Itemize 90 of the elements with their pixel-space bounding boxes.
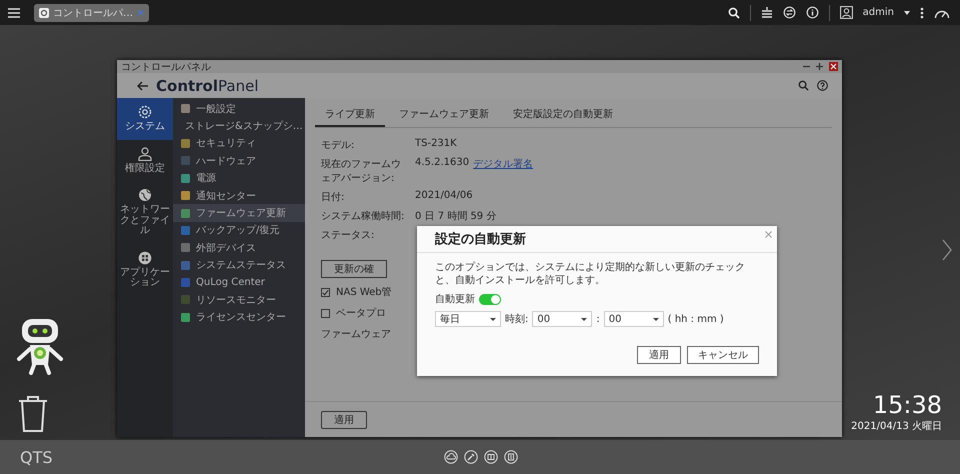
field-label: モデル:: [321, 139, 356, 152]
settings-item-icon: [180, 224, 191, 236]
search-icon[interactable]: [728, 6, 740, 18]
stack-icon[interactable]: [760, 6, 773, 19]
signature-link[interactable]: デジタル署名: [473, 157, 534, 171]
field-value: 4.5.2.1630: [415, 157, 470, 168]
info-icon[interactable]: [806, 6, 819, 19]
maximize-icon[interactable]: [816, 63, 823, 70]
menu-item[interactable]: ストレージ&スナップシ…: [173, 117, 305, 135]
book-icon[interactable]: [484, 450, 498, 464]
trash-icon[interactable]: [18, 395, 48, 433]
settings-item-icon: [180, 208, 191, 219]
tab[interactable]: ファームウェア更新: [389, 104, 499, 127]
settings-item-icon: [180, 242, 191, 254]
cloud-icon[interactable]: [444, 450, 458, 464]
sync-icon[interactable]: [782, 6, 796, 19]
settings-item-icon: [180, 260, 191, 271]
menu-item[interactable]: ファームウェア更新: [173, 204, 305, 222]
tab[interactable]: 安定版設定の自動更新: [503, 104, 623, 127]
menu-item[interactable]: ハードウェア: [173, 152, 305, 170]
robot-icon[interactable]: [16, 317, 64, 375]
more-icon[interactable]: [920, 6, 924, 18]
time-format-hint: ( hh : mm ): [668, 314, 724, 324]
window-title: コントロールパネル: [121, 60, 212, 74]
settings-item-icon: [180, 138, 191, 149]
menu-item[interactable]: バックアップ/復元: [173, 222, 305, 240]
menu-item[interactable]: 電源: [173, 170, 305, 187]
menu-item[interactable]: リソースモニター: [173, 291, 305, 309]
apps-icon: [138, 250, 152, 264]
wrench-icon[interactable]: [464, 450, 478, 464]
clock-date: 2021/04/13 火曜日: [851, 420, 942, 433]
category-item[interactable]: 権限設定: [117, 140, 173, 181]
menu-item[interactable]: ライセンスセンター: [173, 308, 305, 326]
minimize-icon[interactable]: [803, 63, 810, 70]
settings-item-icon: [180, 312, 191, 323]
category-item[interactable]: ネットワークとファイル: [117, 181, 173, 244]
globe-icon: [138, 188, 152, 202]
time-label: 時刻:: [505, 312, 528, 326]
person-icon: [138, 146, 152, 160]
user-icon[interactable]: [840, 6, 853, 19]
back-arrow-icon[interactable]: [137, 80, 148, 90]
tab[interactable]: ライブ更新: [315, 104, 385, 127]
app-tab[interactable]: コントロールパ…: [34, 4, 149, 22]
field-value: 2021/04/06: [415, 190, 473, 201]
menu-item[interactable]: QuLog Center: [173, 274, 305, 292]
menu-item[interactable]: システムステータス: [173, 256, 305, 274]
option-label: ベータプロ: [336, 306, 386, 320]
cancel-button[interactable]: キャンセル: [687, 346, 759, 364]
dialog-title: 設定の自動更新: [435, 230, 526, 248]
frequency-dropdown[interactable]: 毎日: [435, 311, 501, 327]
field-label: ステータス:: [321, 229, 376, 242]
minute-dropdown[interactable]: 00: [604, 311, 664, 327]
field-label: 日付:: [321, 191, 346, 204]
category-item[interactable]: アプリケーション: [117, 244, 173, 296]
field-value: 0 日 7 時間 59 分: [415, 210, 496, 223]
app-title: ControlPanel: [156, 76, 258, 94]
firmware-label: ファームウェア: [321, 328, 392, 341]
menu-item[interactable]: 一般設定: [173, 100, 305, 118]
apply-button[interactable]: 適用: [637, 346, 681, 364]
time-separator: :: [596, 314, 600, 324]
dialog-description: このオプションでは、システムにより定期的な新しい更新のチェックと、自動インストールを許可します。: [435, 261, 746, 287]
field-label: 現在のファームウェアバージョン:: [321, 158, 402, 185]
user-menu[interactable]: admin: [862, 7, 894, 18]
menu-item[interactable]: 通知センター: [173, 186, 305, 204]
auto-update-label: 自動更新: [435, 292, 475, 306]
settings-item-icon: [180, 155, 191, 166]
menu-item[interactable]: セキュリティ: [173, 134, 305, 152]
menu-item[interactable]: 外部デバイス: [173, 239, 305, 257]
settings-item-icon: [180, 294, 191, 306]
auto-update-toggle[interactable]: [479, 294, 501, 304]
option-label: NAS Web管: [336, 286, 392, 299]
note-icon[interactable]: [504, 450, 518, 464]
chevron-right-icon[interactable]: [942, 239, 952, 261]
checkbox[interactable]: [321, 288, 330, 296]
brand-logo: QTS: [20, 448, 53, 466]
search-icon[interactable]: [798, 80, 809, 91]
clock-time: 15:38: [872, 391, 942, 419]
settings-item-icon: [180, 190, 191, 202]
settings-item-icon: [180, 103, 191, 114]
help-icon[interactable]: [817, 80, 828, 91]
field-value: TS-231K: [415, 138, 457, 149]
settings-item-icon: [180, 172, 191, 184]
apply-button[interactable]: 適用: [321, 411, 367, 429]
checkbox[interactable]: [321, 308, 330, 318]
settings-item-icon: [180, 277, 191, 288]
hour-dropdown[interactable]: 00: [532, 311, 592, 327]
field-label: システム稼働時間:: [321, 210, 406, 223]
check-update-button[interactable]: 更新の確: [321, 260, 387, 278]
category-item[interactable]: システム: [117, 98, 173, 140]
caret-icon: [904, 10, 910, 14]
